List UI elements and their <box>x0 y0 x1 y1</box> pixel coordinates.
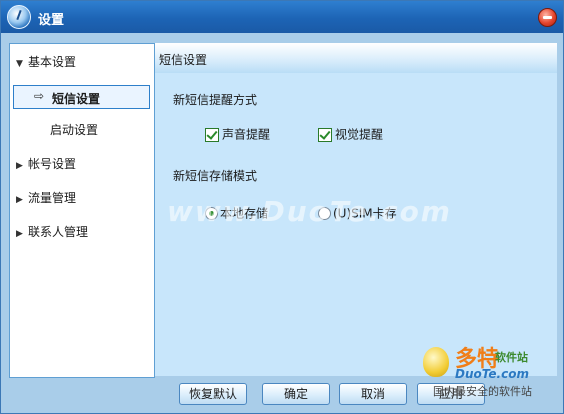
radio-label: 本地存储 <box>220 206 269 221</box>
tree-item-label: 帐号设置 <box>28 157 77 171</box>
collapsed-arrow-icon: ▶ <box>16 229 23 239</box>
radio-selected-icon <box>205 207 218 220</box>
collapsed-arrow-icon: ▶ <box>16 195 23 205</box>
alert-mode-label: 新短信提醒方式 <box>173 93 258 107</box>
checkbox-checked-icon <box>205 127 219 142</box>
tree-item-label: 短信设置 <box>52 92 101 106</box>
checkbox-label: 声音提醒 <box>222 127 271 142</box>
local-storage-radio[interactable]: 本地存储 <box>205 205 268 221</box>
tree-item-startup-settings[interactable]: 启动设置 <box>50 120 98 140</box>
radio-label: (U)SIM卡存 <box>333 206 397 221</box>
sms-settings-panel: 短信设置 新短信提醒方式 声音提醒 视觉提醒 新短信存储模式 本地存储 (U)S… <box>155 43 557 376</box>
sound-alert-checkbox[interactable]: 声音提醒 <box>205 126 270 142</box>
restore-defaults-button[interactable]: 恢复默认 <box>179 383 247 405</box>
radio-unselected-icon <box>318 207 331 220</box>
tree-item-contact-management[interactable]: ▶ 联系人管理 <box>16 222 88 242</box>
selected-arrow-icon: ⇨ <box>34 89 45 103</box>
ok-button[interactable]: 确定 <box>262 383 330 405</box>
apply-button[interactable]: 应用 <box>417 383 485 405</box>
tree-item-label: 流量管理 <box>28 191 77 205</box>
section-header: 短信设置 <box>155 43 557 73</box>
tree-item-label: 联系人管理 <box>28 225 89 239</box>
storage-mode-label: 新短信存储模式 <box>173 169 258 183</box>
tree-item-label: 启动设置 <box>50 123 99 137</box>
tree-item-basic-settings[interactable]: ▼ 基本设置 <box>16 52 76 72</box>
visual-alert-checkbox[interactable]: 视觉提醒 <box>318 126 383 142</box>
tree-item-account-settings[interactable]: ▶ 帐号设置 <box>16 154 76 174</box>
close-icon <box>543 16 552 19</box>
tree-item-traffic-management[interactable]: ▶ 流量管理 <box>16 188 76 208</box>
sim-storage-radio[interactable]: (U)SIM卡存 <box>318 205 397 221</box>
expanded-arrow-icon: ▼ <box>16 59 23 69</box>
tree-item-label: 基本设置 <box>28 55 77 69</box>
tree-item-sms-settings[interactable]: ⇨ 短信设置 <box>13 85 150 109</box>
collapsed-arrow-icon: ▶ <box>16 161 23 171</box>
title-bar[interactable]: 设置 <box>1 1 563 33</box>
checkbox-label: 视觉提醒 <box>335 127 384 142</box>
settings-window: 设置 ▼ 基本设置 ⇨ 短信设置 启动设置 ▶ 帐号设置 ▶ 流量管理 ▶ 联系人管理 … <box>0 0 564 414</box>
section-title: 短信设置 <box>159 53 208 67</box>
settings-nav-tree: ▼ 基本设置 ⇨ 短信设置 启动设置 ▶ 帐号设置 ▶ 流量管理 ▶ 联系人管理 <box>9 43 155 378</box>
cancel-button[interactable]: 取消 <box>339 383 407 405</box>
window-title: 设置 <box>38 13 65 28</box>
app-logo-icon <box>7 5 31 29</box>
close-button[interactable] <box>538 8 557 27</box>
checkbox-checked-icon <box>318 127 332 142</box>
